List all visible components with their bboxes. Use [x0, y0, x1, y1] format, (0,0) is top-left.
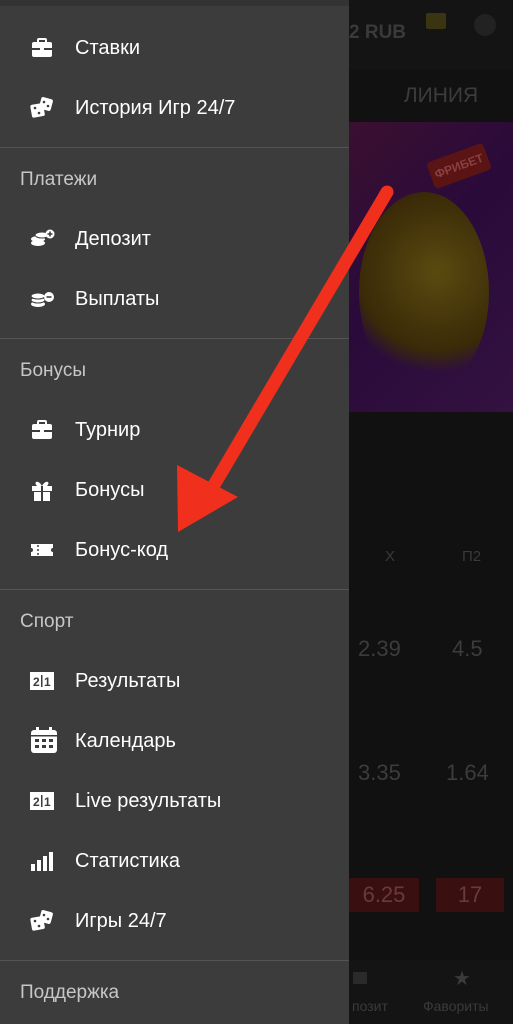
- bottom-favorites-label: Фавориты: [423, 998, 489, 1014]
- svg-text:2: 2: [33, 795, 40, 809]
- deposit-icon: [353, 972, 367, 984]
- odd-value: 4.5: [452, 636, 483, 661]
- menu-item-label: Результаты: [75, 670, 181, 692]
- section-sport: Спорт: [20, 611, 74, 632]
- menu-item-label: Депозит: [75, 228, 151, 250]
- coins-minus-icon: [29, 287, 55, 311]
- menu-item-label: История Игр 24/7: [75, 97, 236, 119]
- promo-banner: ФРИБЕТ: [349, 122, 513, 412]
- divider: [0, 960, 349, 961]
- menu-item-bonuses[interactable]: Бонусы: [0, 460, 349, 520]
- scoreboard-icon: 21: [29, 789, 55, 813]
- odd-value-highlight: 17: [436, 878, 504, 912]
- menu-item-label: Игры 24/7: [75, 910, 167, 932]
- menu-item-label: Календарь: [75, 730, 176, 752]
- menu-item-bets[interactable]: Ставки: [0, 18, 349, 78]
- ticket-icon: [29, 538, 55, 562]
- odd-value-highlight: 6.25: [349, 878, 419, 912]
- tab-line-label: ЛИНИЯ: [403, 84, 479, 107]
- menu-item-label: Бонус-код: [75, 539, 169, 561]
- balance-text: 2 RUB: [349, 22, 407, 43]
- status-strip: [0, 0, 349, 6]
- menu-item-live-results[interactable]: 21 Live результаты: [0, 771, 349, 831]
- scoreboard-icon: 21: [29, 669, 55, 693]
- banner-graphic: [359, 192, 489, 392]
- menu-item-label: Live результаты: [75, 790, 222, 812]
- navigation-drawer: Ставки История Игр 24/7 Платежи Депозит …: [0, 0, 349, 1024]
- menu-item-games-247[interactable]: Игры 24/7: [0, 891, 349, 951]
- calendar-icon: [29, 725, 57, 755]
- col-x: Х: [385, 548, 396, 565]
- bottom-deposit-label: позит: [352, 998, 388, 1014]
- menu-item-label: Турнир: [75, 419, 141, 441]
- user-icon: [474, 14, 496, 36]
- divider: [0, 147, 349, 148]
- menu-item-label: Выплаты: [75, 288, 160, 310]
- menu-item-deposit[interactable]: Депозит: [0, 209, 349, 269]
- menu-item-games-history[interactable]: История Игр 24/7: [0, 78, 349, 138]
- dice-icon: [29, 909, 55, 933]
- divider: [0, 338, 349, 339]
- menu-item-calendar[interactable]: Календарь: [0, 711, 349, 771]
- odd-value: 3.35: [358, 760, 401, 785]
- odd-value: 1.64: [446, 760, 489, 785]
- briefcase-icon: [29, 36, 55, 60]
- menu-item-label: Бонусы: [75, 479, 145, 501]
- star-icon: ★: [453, 968, 471, 990]
- section-payments: Платежи: [20, 169, 98, 190]
- odd-value: 2.39: [358, 636, 401, 661]
- col-p2: П2: [462, 548, 482, 565]
- dice-icon: [29, 96, 55, 120]
- svg-text:1: 1: [44, 795, 51, 809]
- gift-icon: [29, 478, 55, 502]
- svg-text:1: 1: [44, 675, 51, 689]
- menu-item-statistics[interactable]: Статистика: [0, 831, 349, 891]
- section-bonuses: Бонусы: [20, 360, 86, 381]
- section-support: Поддержка: [20, 982, 120, 1003]
- divider: [0, 589, 349, 590]
- wallet-icon: [426, 13, 446, 29]
- menu-item-tournament[interactable]: Турнир: [0, 400, 349, 460]
- svg-text:2: 2: [33, 675, 40, 689]
- briefcase-icon: [29, 418, 55, 442]
- bottom-nav: позит ★ Фавориты: [349, 960, 513, 1024]
- menu-item-label: Ставки: [75, 37, 141, 59]
- menu-item-bonus-code[interactable]: Бонус-код: [0, 520, 349, 580]
- menu-item-withdrawals[interactable]: Выплаты: [0, 269, 349, 329]
- menu-item-label: Статистика: [75, 850, 181, 872]
- tab-line: ЛИНИЯ: [349, 72, 513, 120]
- menu-item-results[interactable]: 21 Результаты: [0, 651, 349, 711]
- banner-badge: ФРИБЕТ: [426, 142, 492, 190]
- coins-plus-icon: [29, 227, 55, 251]
- bar-chart-icon: [29, 849, 55, 873]
